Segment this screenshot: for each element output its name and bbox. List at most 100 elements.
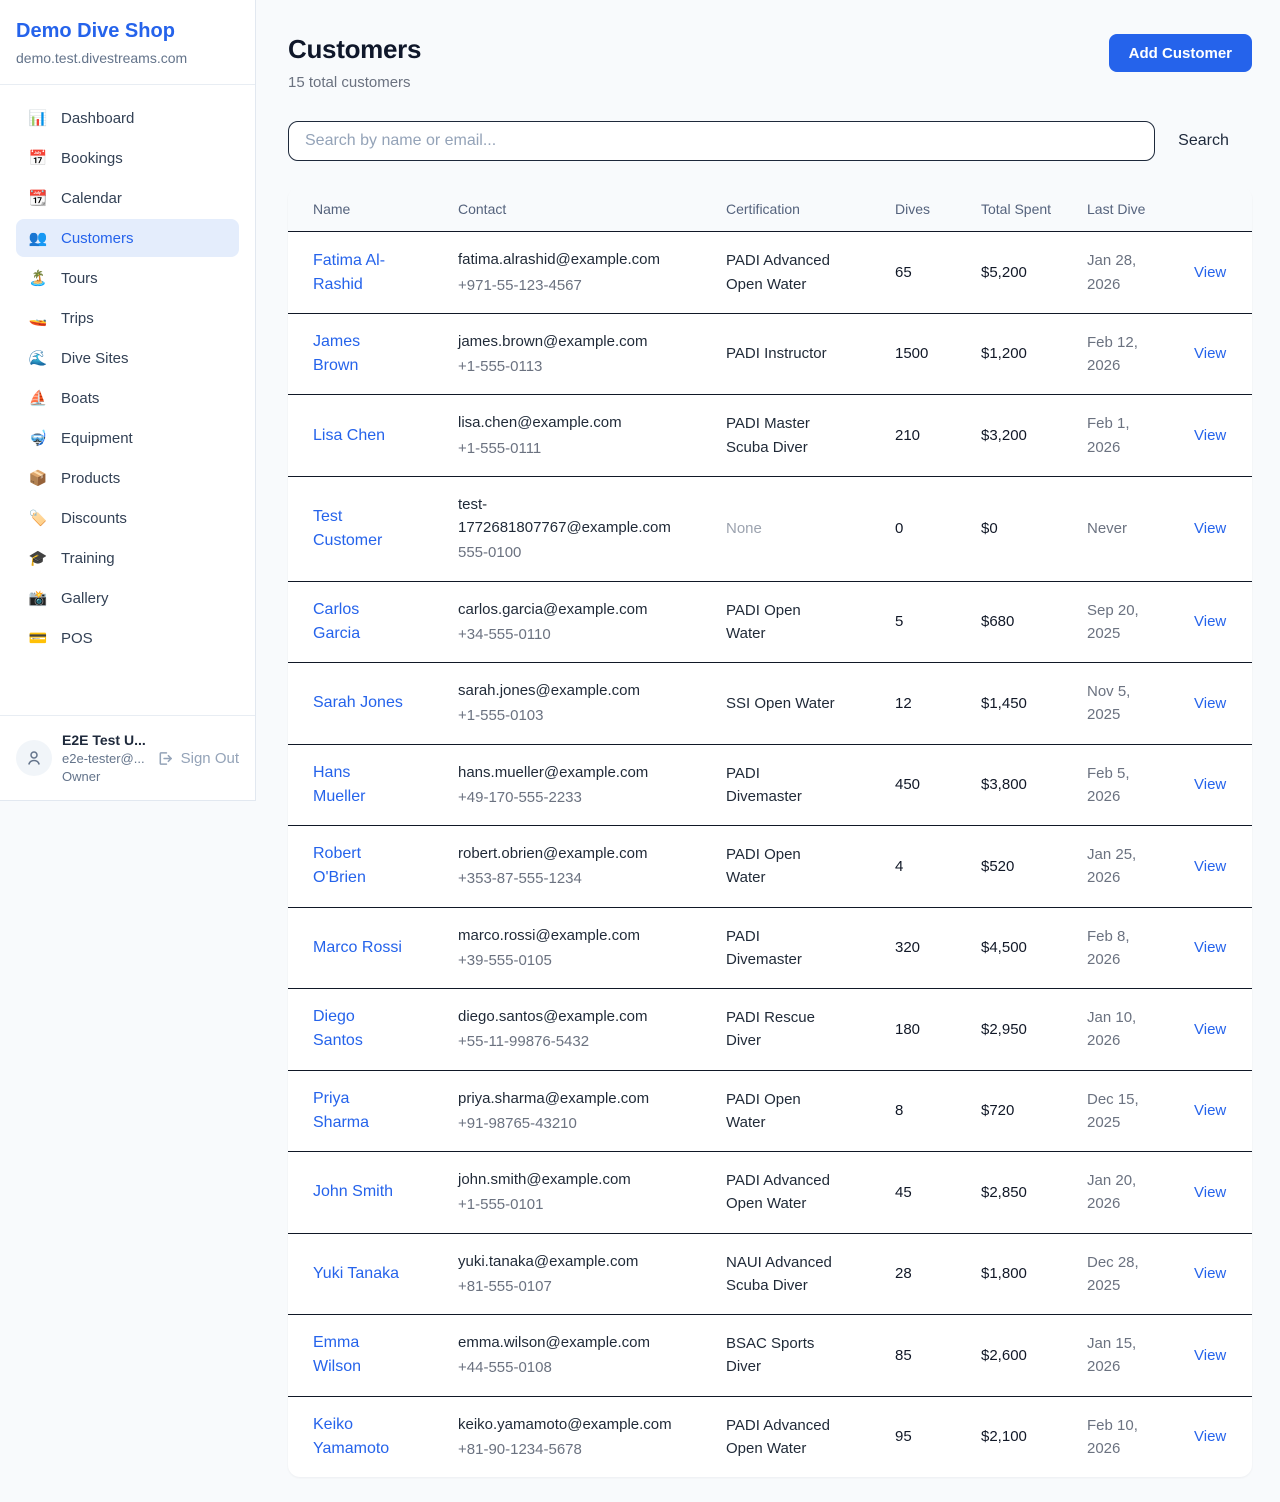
customer-email: priya.sharma@example.com bbox=[458, 1087, 694, 1110]
customer-total-spent: $1,450 bbox=[965, 663, 1071, 745]
main-content: Customers 15 total customers Add Custome… bbox=[256, 0, 1280, 1502]
sidebar-item-label: Dashboard bbox=[61, 110, 134, 127]
sign-out-button[interactable]: Sign Out bbox=[157, 750, 239, 767]
view-link[interactable]: View bbox=[1194, 1347, 1226, 1364]
view-link[interactable]: View bbox=[1194, 1184, 1226, 1201]
sidebar-item-tours[interactable]: 🏝️ Tours bbox=[16, 259, 239, 297]
sidebar-item-label: Calendar bbox=[61, 190, 122, 207]
table-row: Priya Sharma priya.sharma@example.com +9… bbox=[288, 1070, 1252, 1152]
table-row: Keiko Yamamoto keiko.yamamoto@example.co… bbox=[288, 1396, 1252, 1477]
sidebar-item-bookings[interactable]: 📅 Bookings bbox=[16, 139, 239, 177]
customer-name-link[interactable]: John Smith bbox=[313, 1180, 393, 1204]
customer-certification: PADI Rescue Diver bbox=[710, 989, 879, 1071]
sidebar-item-customers[interactable]: 👥 Customers bbox=[16, 219, 239, 257]
customer-phone: +55-11-99876-5432 bbox=[458, 1030, 694, 1053]
customer-phone: +1-555-0113 bbox=[458, 355, 694, 378]
customer-name-link[interactable]: Lisa Chen bbox=[313, 424, 385, 448]
view-link[interactable]: View bbox=[1194, 345, 1226, 362]
customer-last-dive: Jan 25, 2026 bbox=[1071, 826, 1178, 908]
customer-count: 15 total customers bbox=[288, 74, 421, 91]
trips-icon: 🚤 bbox=[28, 309, 48, 327]
customer-name-link[interactable]: Keiko Yamamoto bbox=[313, 1413, 405, 1461]
sidebar-item-pos[interactable]: 💳 POS bbox=[16, 619, 239, 657]
customer-dives: 85 bbox=[879, 1315, 965, 1397]
customer-name-link[interactable]: Marco Rossi bbox=[313, 936, 402, 960]
customer-name-link[interactable]: Sarah Jones bbox=[313, 691, 403, 715]
sidebar-item-training[interactable]: 🎓 Training bbox=[16, 539, 239, 577]
sidebar-item-calendar[interactable]: 📆 Calendar bbox=[16, 179, 239, 217]
customer-total-spent: $720 bbox=[965, 1070, 1071, 1152]
customer-phone: +81-555-0107 bbox=[458, 1275, 694, 1298]
customers-table: Name Contact Certification Dives Total S… bbox=[288, 187, 1252, 1477]
customer-certification: PADI Instructor bbox=[710, 313, 879, 395]
table-row: Test Customer test-1772681807767@example… bbox=[288, 476, 1252, 581]
view-link[interactable]: View bbox=[1194, 939, 1226, 956]
customer-dives: 65 bbox=[879, 232, 965, 314]
customer-last-dive: Jan 20, 2026 bbox=[1071, 1152, 1178, 1234]
customer-last-dive: Dec 15, 2025 bbox=[1071, 1070, 1178, 1152]
customer-dives: 180 bbox=[879, 989, 965, 1071]
customer-name-link[interactable]: Yuki Tanaka bbox=[313, 1262, 399, 1286]
table-header-row: Name Contact Certification Dives Total S… bbox=[288, 187, 1252, 232]
sidebar-header: Demo Dive Shop demo.test.divestreams.com bbox=[0, 0, 255, 85]
customer-last-dive: Jan 10, 2026 bbox=[1071, 989, 1178, 1071]
customer-name-link[interactable]: Hans Mueller bbox=[313, 761, 405, 809]
sidebar-item-dive-sites[interactable]: 🌊 Dive Sites bbox=[16, 339, 239, 377]
table-row: Diego Santos diego.santos@example.com +5… bbox=[288, 989, 1252, 1071]
customer-name-link[interactable]: Priya Sharma bbox=[313, 1087, 405, 1135]
sidebar-item-products[interactable]: 📦 Products bbox=[16, 459, 239, 497]
sidebar-item-label: Discounts bbox=[61, 510, 127, 527]
customer-total-spent: $1,800 bbox=[965, 1233, 1071, 1315]
training-icon: 🎓 bbox=[28, 549, 48, 567]
view-link[interactable]: View bbox=[1194, 1021, 1226, 1038]
customer-last-dive: Nov 5, 2025 bbox=[1071, 663, 1178, 745]
customer-phone: +971-55-123-4567 bbox=[458, 274, 694, 297]
customer-name-link[interactable]: Carlos Garcia bbox=[313, 598, 405, 646]
sidebar-item-label: Bookings bbox=[61, 150, 123, 167]
sidebar-item-equipment[interactable]: 🤿 Equipment bbox=[16, 419, 239, 457]
customer-last-dive: Feb 12, 2026 bbox=[1071, 313, 1178, 395]
customer-email: james.brown@example.com bbox=[458, 330, 694, 353]
view-link[interactable]: View bbox=[1194, 613, 1226, 630]
table-row: Robert O'Brien robert.obrien@example.com… bbox=[288, 826, 1252, 908]
search-button[interactable]: Search bbox=[1155, 132, 1252, 150]
table-row: Lisa Chen lisa.chen@example.com +1-555-0… bbox=[288, 395, 1252, 477]
customer-dives: 1500 bbox=[879, 313, 965, 395]
customer-phone: +49-170-555-2233 bbox=[458, 786, 694, 809]
sidebar-item-label: Training bbox=[61, 550, 115, 567]
customer-last-dive: Jan 28, 2026 bbox=[1071, 232, 1178, 314]
dive-sites-icon: 🌊 bbox=[28, 349, 48, 367]
add-customer-button[interactable]: Add Customer bbox=[1109, 34, 1252, 72]
customer-name-link[interactable]: Diego Santos bbox=[313, 1005, 405, 1053]
search-input[interactable] bbox=[288, 121, 1155, 161]
customer-name-link[interactable]: Fatima Al-Rashid bbox=[313, 249, 405, 297]
table-row: Hans Mueller hans.mueller@example.com +4… bbox=[288, 744, 1252, 826]
view-link[interactable]: View bbox=[1194, 264, 1226, 281]
customer-total-spent: $1,200 bbox=[965, 313, 1071, 395]
sidebar-item-trips[interactable]: 🚤 Trips bbox=[16, 299, 239, 337]
bookings-icon: 📅 bbox=[28, 149, 48, 167]
sidebar-item-gallery[interactable]: 📸 Gallery bbox=[16, 579, 239, 617]
sidebar-item-boats[interactable]: ⛵ Boats bbox=[16, 379, 239, 417]
view-link[interactable]: View bbox=[1194, 520, 1226, 537]
customer-certification: PADI Open Water bbox=[710, 581, 879, 663]
view-link[interactable]: View bbox=[1194, 776, 1226, 793]
customer-email: john.smith@example.com bbox=[458, 1168, 694, 1191]
boats-icon: ⛵ bbox=[28, 389, 48, 407]
customer-name-link[interactable]: Emma Wilson bbox=[313, 1331, 405, 1379]
customer-name-link[interactable]: James Brown bbox=[313, 330, 405, 378]
user-email: e2e-tester@... bbox=[62, 751, 147, 766]
customer-name-link[interactable]: Robert O'Brien bbox=[313, 842, 405, 890]
view-link[interactable]: View bbox=[1194, 427, 1226, 444]
sidebar-item-discounts[interactable]: 🏷️ Discounts bbox=[16, 499, 239, 537]
customer-email: keiko.yamamoto@example.com bbox=[458, 1413, 694, 1436]
customer-email: yuki.tanaka@example.com bbox=[458, 1250, 694, 1273]
view-link[interactable]: View bbox=[1194, 695, 1226, 712]
view-link[interactable]: View bbox=[1194, 1428, 1226, 1445]
customer-name-link[interactable]: Test Customer bbox=[313, 505, 405, 553]
customer-certification: NAUI Advanced Scuba Diver bbox=[710, 1233, 879, 1315]
view-link[interactable]: View bbox=[1194, 858, 1226, 875]
sidebar-item-dashboard[interactable]: 📊 Dashboard bbox=[16, 99, 239, 137]
view-link[interactable]: View bbox=[1194, 1265, 1226, 1282]
view-link[interactable]: View bbox=[1194, 1102, 1226, 1119]
